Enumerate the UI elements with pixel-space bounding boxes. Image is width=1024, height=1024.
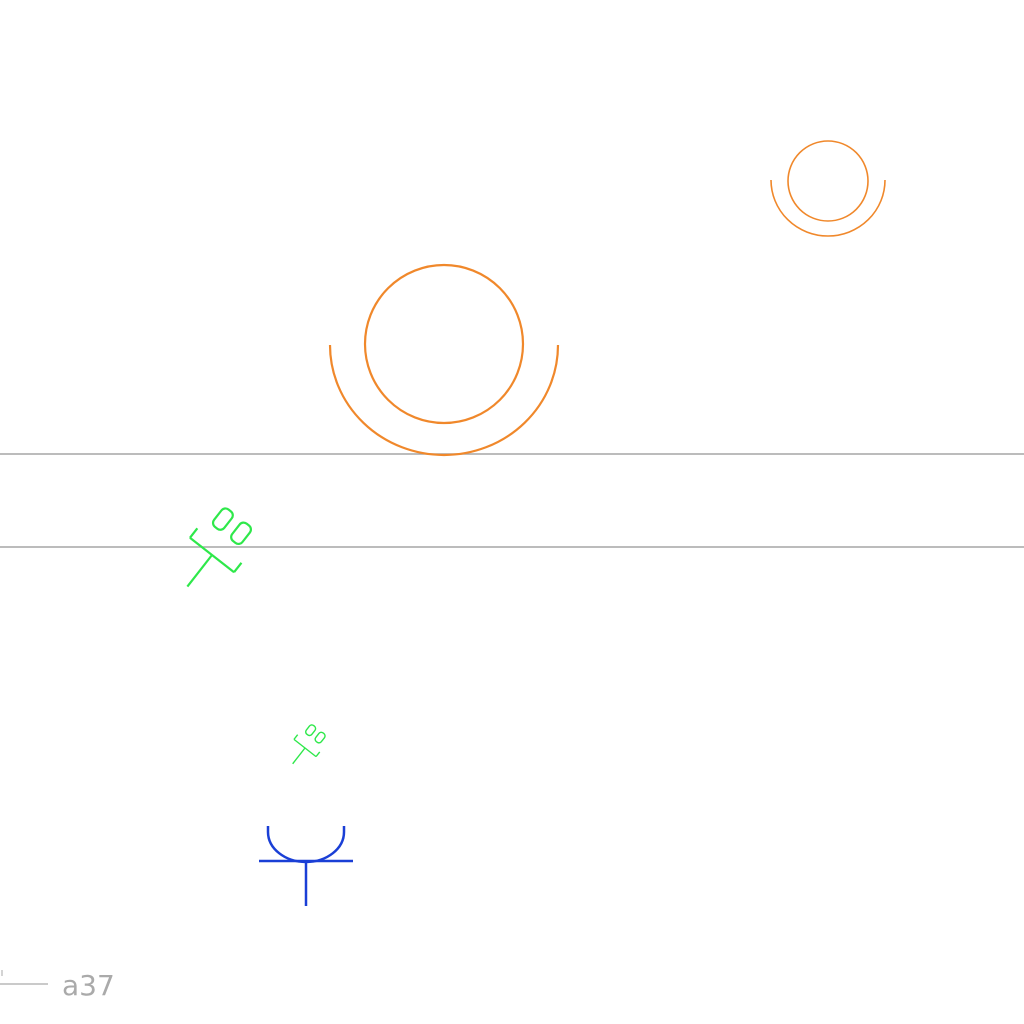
antenna-icon bbox=[259, 826, 353, 906]
plug-pin-left bbox=[305, 724, 317, 737]
plug-pin-right bbox=[230, 521, 253, 546]
tag-marker: a37 bbox=[0, 969, 115, 1002]
plug-stem bbox=[186, 554, 213, 588]
inner-circle bbox=[787, 140, 869, 222]
large-plug-icon bbox=[186, 507, 253, 588]
small-plug-icon bbox=[292, 724, 326, 765]
plug-side-left bbox=[189, 527, 199, 539]
inner-circle bbox=[363, 263, 525, 425]
small-double-circle-icon bbox=[770, 140, 886, 237]
large-double-circle-icon bbox=[328, 263, 560, 457]
plug-side-right bbox=[315, 751, 321, 758]
plug-pin-right bbox=[314, 731, 326, 744]
antenna-cup bbox=[266, 826, 346, 864]
outer-arc bbox=[328, 344, 560, 457]
tag-label: a37 bbox=[62, 969, 115, 1002]
plug-side-left bbox=[293, 734, 299, 740]
plug-pin-left bbox=[211, 507, 234, 531]
floor-plan-canvas: a37 bbox=[0, 140, 1024, 1002]
plug-stem bbox=[292, 747, 306, 765]
plug-side-right bbox=[233, 562, 243, 573]
